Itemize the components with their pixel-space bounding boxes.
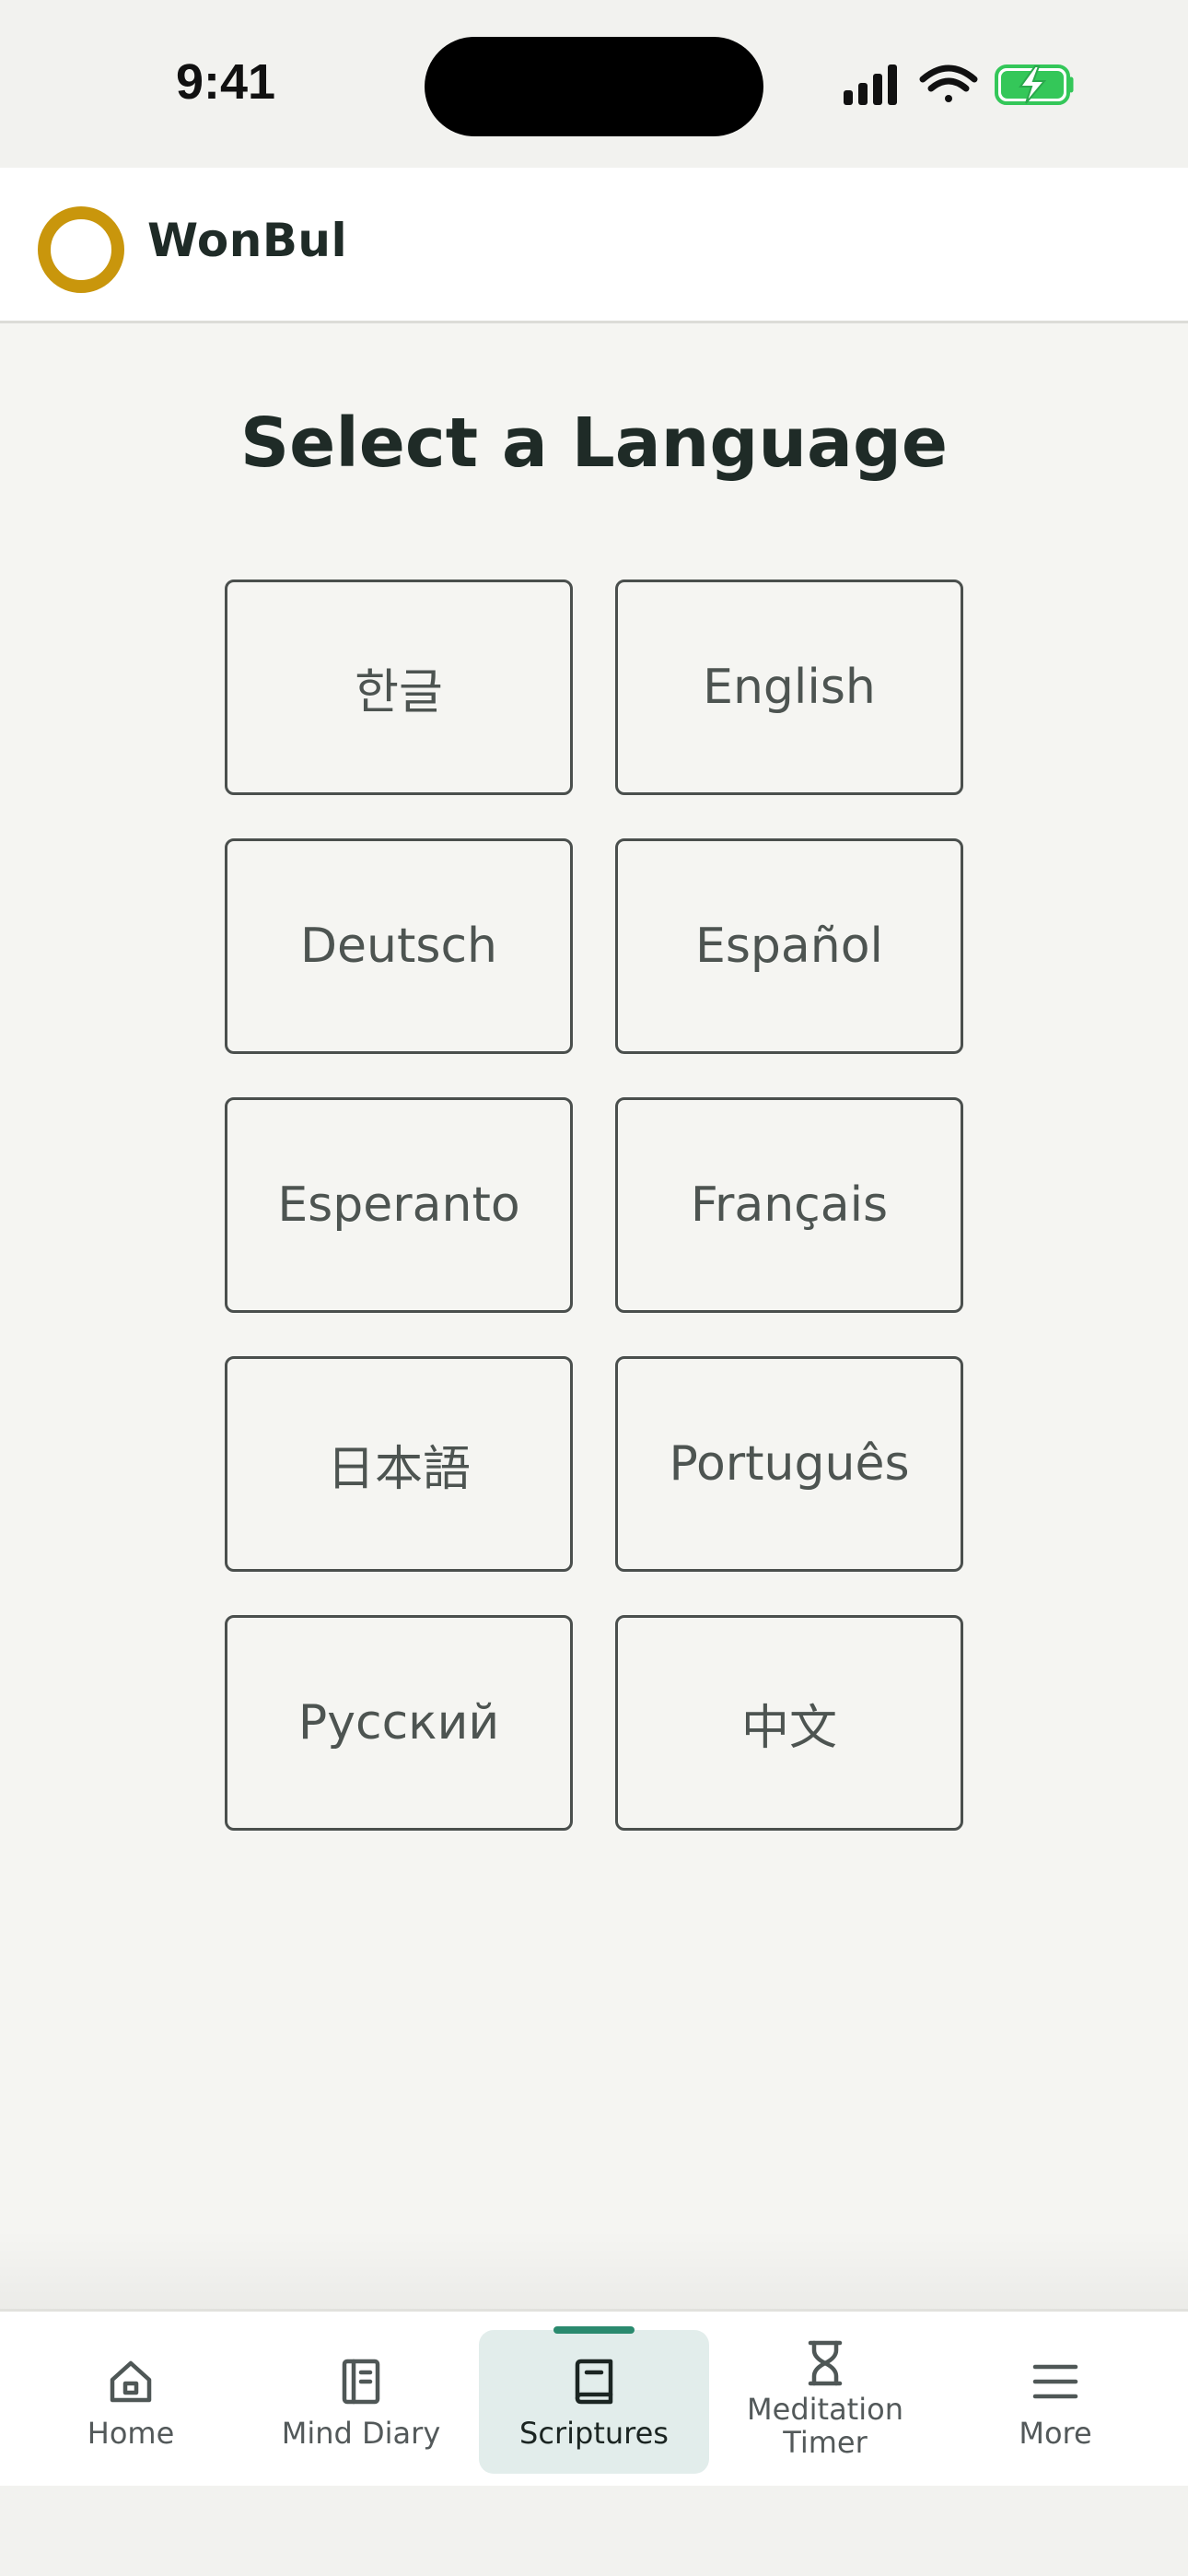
language-button-german[interactable]: Deutsch: [225, 838, 573, 1054]
tab-label-meditation-timer: Meditation Timer: [747, 2392, 903, 2460]
book-icon: [568, 2356, 620, 2407]
notebook-icon: [335, 2356, 387, 2407]
language-button-portuguese[interactable]: Português: [615, 1356, 963, 1572]
tab-label-scriptures: Scriptures: [519, 2416, 669, 2451]
app-title: WonBul: [147, 214, 348, 267]
home-indicator-area: [0, 2486, 1188, 2576]
tab-label-home: Home: [87, 2416, 175, 2451]
language-button-esperanto[interactable]: Esperanto: [225, 1097, 573, 1313]
tab-meditation-timer[interactable]: Meditation Timer: [710, 2330, 940, 2474]
tab-more[interactable]: More: [940, 2330, 1171, 2474]
menu-icon: [1030, 2356, 1081, 2407]
app-header: WonBul: [0, 168, 1188, 323]
language-button-spanish[interactable]: Español: [615, 838, 963, 1054]
tab-home[interactable]: Home: [16, 2330, 246, 2474]
tab-label-mind-diary: Mind Diary: [281, 2416, 441, 2451]
language-grid: 한글 English Deutsch Español Esperanto Fra…: [225, 580, 963, 1831]
tab-mind-diary[interactable]: Mind Diary: [246, 2330, 476, 2474]
active-tab-indicator: [553, 2326, 635, 2334]
home-icon: [105, 2356, 157, 2407]
status-icons: [840, 61, 1081, 109]
tab-scriptures[interactable]: Scriptures: [479, 2326, 709, 2474]
language-button-french[interactable]: Français: [615, 1097, 963, 1313]
signal-icon: [844, 64, 897, 105]
tab-bar-shadow: [0, 2230, 1188, 2309]
language-button-japanese[interactable]: 日本語: [225, 1356, 573, 1572]
tab-label-more: More: [1019, 2416, 1092, 2451]
battery-charging-icon: [995, 64, 1074, 105]
app-logo-icon[interactable]: [38, 206, 124, 293]
dynamic-island: [425, 37, 763, 136]
language-button-russian[interactable]: Русский: [225, 1615, 573, 1831]
hourglass-icon: [799, 2337, 851, 2389]
page-title: Select a Language: [239, 404, 949, 483]
language-button-english[interactable]: English: [615, 580, 963, 795]
status-bar: 9:41: [0, 0, 1188, 168]
language-button-chinese[interactable]: 中文: [615, 1615, 963, 1831]
wifi-icon: [919, 64, 978, 102]
status-time: 9:41: [175, 54, 276, 110]
language-button-korean[interactable]: 한글: [225, 580, 573, 795]
tab-bar: Home Mind Diary Scriptures Meditation Ti…: [0, 2309, 1188, 2488]
